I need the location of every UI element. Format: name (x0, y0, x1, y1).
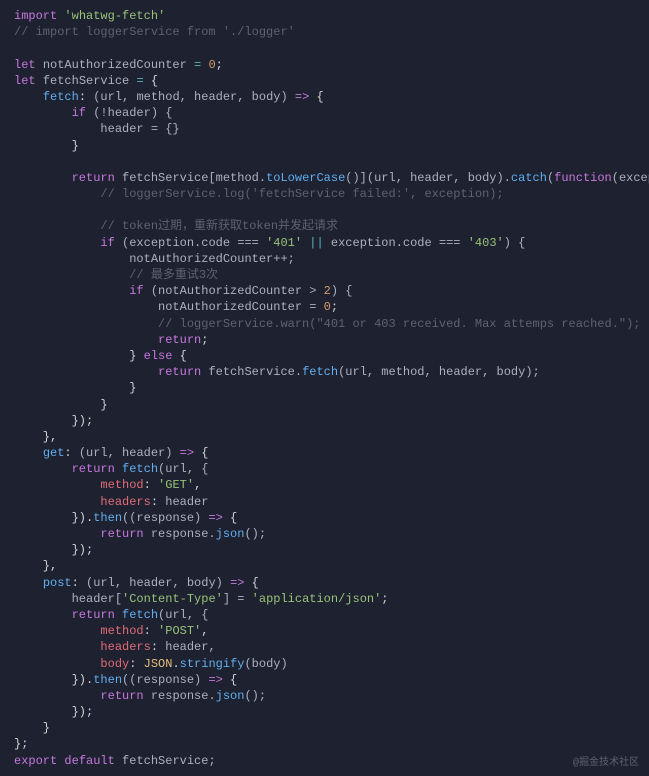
var: fetchService; (122, 754, 216, 768)
str: 'POST' (158, 624, 201, 638)
str: 'Content-Type' (122, 592, 223, 606)
fn: toLowerCase (266, 171, 345, 185)
kw-return: return (158, 333, 201, 347)
expr: fetchService[method. (122, 171, 266, 185)
fn: json (216, 527, 245, 541)
expr: response. (151, 689, 216, 703)
kw-let: let (14, 58, 36, 72)
kw-function: function (554, 171, 612, 185)
prop-fetch: fetch (43, 90, 79, 104)
kw-if: if (129, 284, 143, 298)
expr: ] = (223, 592, 245, 606)
kw-if: if (72, 106, 86, 120)
val: header (165, 495, 208, 509)
kw-return: return (72, 171, 115, 185)
fn: catch (511, 171, 547, 185)
paren: ) { (504, 236, 526, 250)
fn: fetch (122, 462, 158, 476)
call: (); (244, 527, 266, 541)
val: header, (165, 640, 215, 654)
params: (url, header) (79, 446, 173, 460)
num: 0 (324, 300, 331, 314)
kw-import: import (14, 9, 57, 23)
expr: ()](url, header, body). (345, 171, 511, 185)
prop-get: get (43, 446, 65, 460)
comment: // 最多重试3次 (129, 268, 218, 282)
fn: fetch (122, 608, 158, 622)
assign: header = {} (100, 122, 179, 136)
fn: then (93, 511, 122, 525)
params: (url, header, body) (86, 576, 223, 590)
kw-export: export (14, 754, 57, 768)
code-block: import 'whatwg-fetch' // import loggerSe… (14, 8, 649, 769)
cond: (!header) { (93, 106, 172, 120)
arrow: => (180, 446, 194, 460)
kw-if: if (100, 236, 114, 250)
watermark: @掘金技术社区 (573, 757, 639, 771)
fn: fetch (302, 365, 338, 379)
kw-else: else (144, 349, 173, 363)
comment: // loggerService.warn("401 or 403 receiv… (158, 317, 640, 331)
key: method (100, 624, 143, 638)
kw-return: return (100, 527, 143, 541)
arrow: => (295, 90, 309, 104)
fn: stringify (180, 657, 245, 671)
arrow: => (230, 576, 244, 590)
key: headers (100, 495, 150, 509)
str: 'application/json' (252, 592, 382, 606)
op: || (309, 236, 323, 250)
fn: json (216, 689, 245, 703)
expr: (notAuthorizedCounter > (151, 284, 317, 298)
args: (url, { (158, 608, 208, 622)
kw-return: return (158, 365, 201, 379)
args: (url, method, header, body); (338, 365, 540, 379)
kw-let: let (14, 74, 36, 88)
fn: then (93, 673, 122, 687)
call: (); (244, 689, 266, 703)
expr: response. (151, 527, 216, 541)
comment: // token过期，重新获取token并发起请求 (100, 219, 338, 233)
expr: (exception.code === (122, 236, 259, 250)
var: notAuthorizedCounter (43, 58, 187, 72)
op: = (194, 58, 201, 72)
args: ((response) (122, 673, 201, 687)
str: '401' (266, 236, 302, 250)
num: 0 (208, 58, 215, 72)
prop-post: post (43, 576, 72, 590)
params: (url, method, header, body) (93, 90, 287, 104)
num: 2 (324, 284, 331, 298)
stmt: notAuthorizedCounter++; (129, 252, 295, 266)
expr: fetchService. (208, 365, 302, 379)
var: fetchService (43, 74, 129, 88)
paren: ) { (331, 284, 353, 298)
params: (exception) { (612, 171, 649, 185)
comment: // loggerService.log('fetchService faile… (100, 187, 503, 201)
kw-return: return (72, 608, 115, 622)
args: (url, { (158, 462, 208, 476)
expr: header[ (72, 592, 122, 606)
arrow: => (208, 673, 222, 687)
str: 'whatwg-fetch' (64, 9, 165, 23)
key: headers (100, 640, 150, 654)
kw-return: return (72, 462, 115, 476)
args: ((response) (122, 511, 201, 525)
id-json: JSON (144, 657, 173, 671)
kw-return: return (100, 689, 143, 703)
str: '403' (468, 236, 504, 250)
args: (body) (244, 657, 287, 671)
arrow: => (208, 511, 222, 525)
expr: exception.code === (331, 236, 461, 250)
op: = (136, 74, 143, 88)
stmt: notAuthorizedCounter = (158, 300, 316, 314)
str: 'GET' (158, 478, 194, 492)
comment: // import loggerService from './logger' (14, 25, 295, 39)
key: body (100, 657, 129, 671)
kw-default: default (64, 754, 114, 768)
key: method (100, 478, 143, 492)
